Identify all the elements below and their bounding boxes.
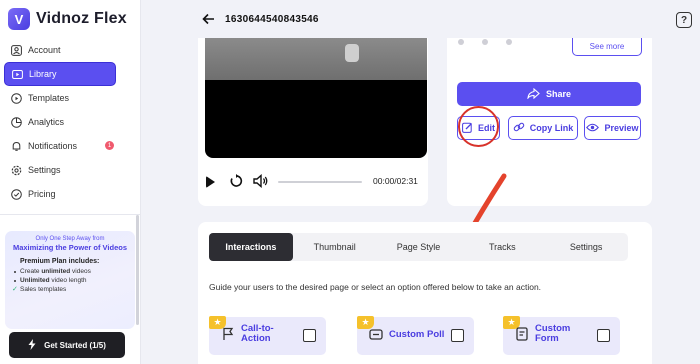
get-started-button[interactable]: Get Started (1/5) (9, 332, 125, 358)
gear-icon (11, 165, 22, 176)
playback-time: 00:00/02:31 (373, 176, 418, 186)
sidebar-nav: Account Library Templates Analytics Noti… (4, 38, 116, 206)
share-button[interactable]: Share (457, 82, 641, 106)
eye-icon (586, 123, 600, 134)
promo-feature-text: video length (49, 277, 87, 284)
guide-text: Guide your users to the desired page or … (209, 282, 542, 292)
promo-headline: Maximizing the Power of Videos (12, 243, 128, 252)
get-started-label: Get Started (1/5) (44, 340, 106, 350)
arrow-left-icon (202, 13, 214, 25)
option-checkbox[interactable] (303, 329, 316, 342)
annotation-circle (458, 106, 499, 147)
promo-feature: Sales templates (12, 285, 129, 293)
help-icon: ? (680, 14, 688, 26)
sidebar-item-library[interactable]: Library (4, 62, 116, 86)
sidebar-item-label: Pricing (28, 189, 56, 199)
sidebar-item-label: Settings (28, 165, 61, 175)
sidebar-item-analytics[interactable]: Analytics (4, 110, 116, 134)
option-label-line: Custom Poll (389, 329, 445, 340)
option-custom-poll[interactable]: ★ Custom Poll (357, 316, 474, 355)
stats-icon (458, 39, 512, 45)
stats-icons (457, 38, 527, 50)
replay-icon[interactable] (229, 174, 243, 188)
video-id-title: 1630644540843546 (225, 14, 319, 25)
promo-tagline: Only One Step Away from (35, 236, 105, 242)
volume-icon[interactable] (253, 173, 269, 189)
video-frame-object (345, 44, 359, 62)
user-icon (11, 44, 22, 56)
play-icon[interactable] (206, 176, 215, 188)
sidebar: V Vidnoz Flex Account Library Templates … (0, 0, 141, 364)
link-icon (513, 121, 525, 135)
share-label: Share (545, 89, 571, 99)
lightning-icon (28, 338, 36, 352)
poll-icon (369, 327, 383, 341)
video-player-card: 00:00/02:31 (198, 38, 428, 206)
sidebar-item-label: Analytics (28, 117, 65, 127)
sidebar-item-pricing[interactable]: Pricing (4, 182, 116, 206)
flag-icon (221, 327, 235, 341)
interactions-panel: Interactions Thumbnail Page Style Tracks… (198, 222, 652, 364)
logo-icon: V (8, 8, 30, 30)
tab-thumbnail[interactable]: Thumbnail (293, 233, 377, 261)
sidebar-item-templates[interactable]: Templates (4, 86, 116, 110)
tab-bar: Interactions Thumbnail Page Style Tracks… (209, 233, 628, 261)
app-name: Vidnoz Flex (36, 10, 127, 27)
promo-subhead: Premium Plan includes: (20, 258, 100, 265)
player-controls: 00:00/02:31 (198, 170, 428, 190)
option-label: Custom Poll (389, 330, 444, 340)
analytics-icon (11, 116, 22, 128)
see-more-label: See more (589, 42, 625, 51)
option-checkbox[interactable] (597, 329, 610, 342)
templates-icon (11, 92, 22, 104)
option-checkbox[interactable] (451, 329, 464, 342)
library-icon (12, 69, 23, 80)
option-call-to-action[interactable]: ★ Call-to- Action (209, 316, 326, 355)
help-button[interactable]: ? (676, 12, 692, 28)
promo-feature-text: Sales templates (20, 286, 67, 293)
sidebar-scrollbar[interactable] (136, 215, 139, 325)
copy-link-button[interactable]: Copy Link (508, 116, 578, 140)
option-custom-form[interactable]: ★ Custom Form (503, 316, 620, 355)
option-label-line: Form (535, 333, 559, 344)
promo-feature: Create unlimited videos (14, 268, 129, 275)
form-icon (515, 327, 529, 341)
pricing-icon (11, 188, 22, 200)
video-frame (205, 38, 427, 80)
video-player[interactable] (205, 38, 427, 158)
promo-feature-bold: Unlimited (20, 277, 50, 284)
sidebar-item-label: Notifications (28, 141, 78, 151)
copy-link-label: Copy Link (529, 123, 574, 133)
sidebar-item-notifications[interactable]: Notifications 1 (4, 134, 116, 158)
promo-feature-text: Create (20, 268, 42, 275)
option-label: Call-to- Action (241, 324, 274, 344)
tab-settings[interactable]: Settings (544, 233, 628, 261)
promo-feature-bold: unlimited (41, 268, 71, 275)
see-more-button[interactable]: See more (572, 38, 642, 56)
sidebar-item-label: Account (28, 45, 61, 55)
progress-bar[interactable] (278, 181, 362, 183)
sidebar-item-label: Library (29, 69, 57, 79)
app-logo[interactable]: V Vidnoz Flex (8, 8, 127, 30)
notification-badge: 1 (105, 141, 114, 150)
promo-feature-text: videos (70, 268, 91, 275)
promo-feature: Unlimited video length (14, 277, 129, 284)
tab-tracks[interactable]: Tracks (460, 233, 544, 261)
preview-label: Preview (604, 123, 639, 133)
bell-icon (11, 141, 22, 152)
share-icon (527, 87, 540, 101)
preview-button[interactable]: Preview (584, 116, 641, 140)
back-button[interactable] (202, 12, 215, 28)
sidebar-item-label: Templates (28, 93, 70, 103)
tab-interactions[interactable]: Interactions (209, 233, 293, 261)
tab-page-style[interactable]: Page Style (377, 233, 461, 261)
sidebar-item-settings[interactable]: Settings (4, 158, 116, 182)
sidebar-item-account[interactable]: Account (4, 38, 116, 62)
premium-promo-card[interactable]: Only One Step Away from Maximizing the P… (5, 231, 135, 329)
option-label-line: Action (241, 333, 271, 344)
sidebar-divider (0, 214, 141, 215)
option-label: Custom Form (535, 324, 570, 344)
